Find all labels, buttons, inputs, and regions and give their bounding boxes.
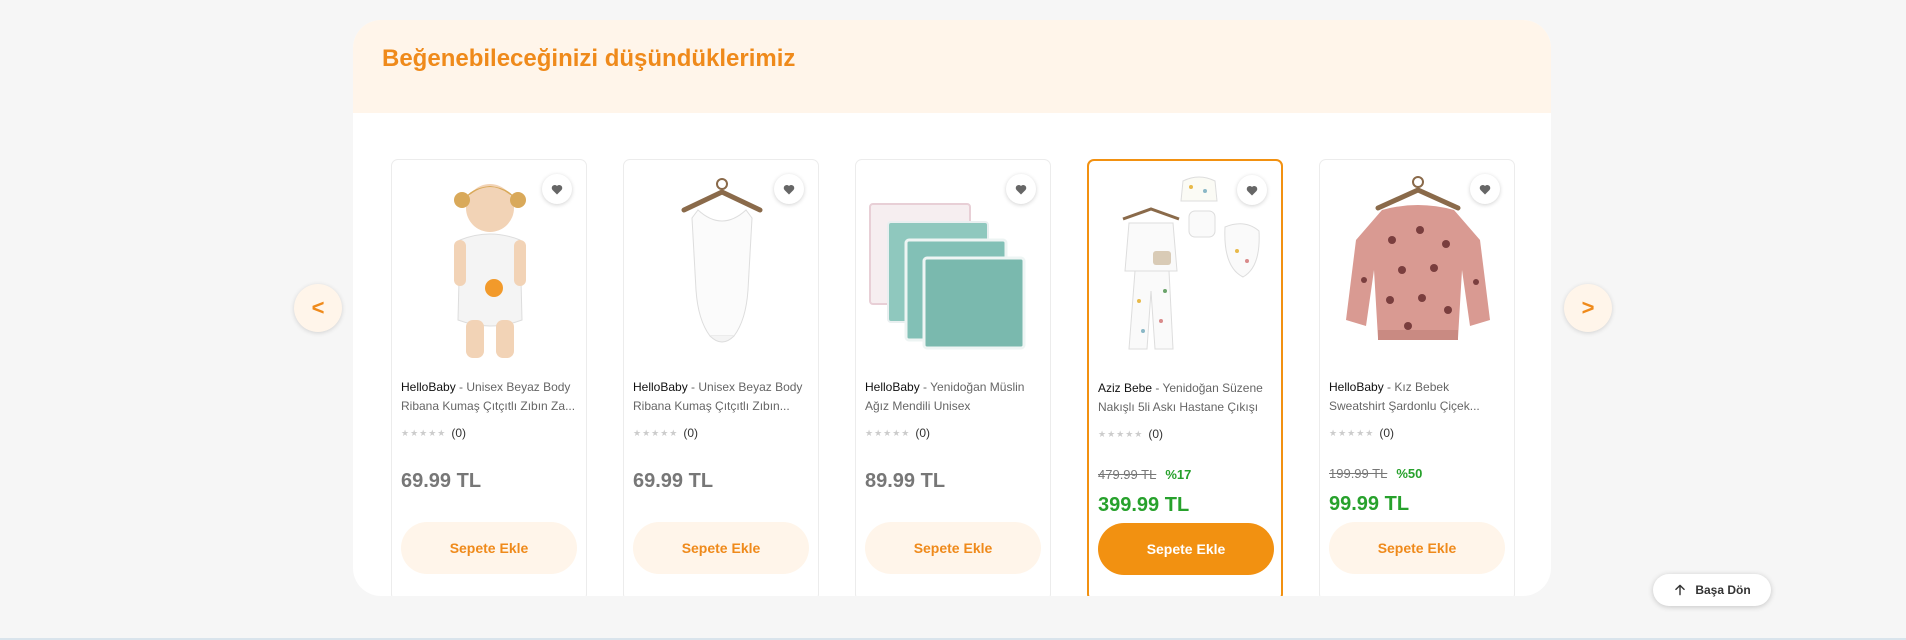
original-price: 199.99 TL [1329, 466, 1388, 481]
product-rating: ★★★★★ (0) [633, 426, 698, 440]
back-to-top-button[interactable]: Başa Dön [1653, 574, 1771, 606]
arrow-up-icon [1675, 584, 1686, 596]
add-to-cart-button[interactable]: Sepete Ekle [865, 522, 1041, 574]
product-card-selected[interactable]: Aziz Bebe - Yenidoğan Süzene Nakışlı 5li… [1087, 159, 1283, 596]
heart-icon [1246, 185, 1258, 195]
product-price: 69.99 TL [401, 470, 482, 492]
product-title[interactable]: HelloBaby - Yenidoğan Müslin Ağız Mendil… [865, 378, 1041, 416]
section-header: Beğenebileceğinizi düşündüklerimiz [353, 20, 1551, 113]
product-title[interactable]: HelloBaby - Unisex Beyaz Body Ribana Kum… [401, 378, 577, 416]
favorite-button[interactable] [1470, 174, 1500, 204]
favorite-button[interactable] [1237, 175, 1267, 205]
product-title[interactable]: HelloBaby - Kız Bebek Sweatshirt Şardonl… [1329, 378, 1505, 416]
product-price: 69.99 TL [633, 470, 714, 492]
product-card[interactable]: HelloBaby - Unisex Beyaz Body Ribana Kum… [623, 159, 819, 596]
price-original-row: 199.99 TL %50 [1329, 466, 1422, 481]
back-to-top-label: Başa Dön [1695, 583, 1751, 597]
product-price: 89.99 TL [865, 470, 946, 492]
product-brand: HelloBaby [401, 380, 456, 394]
heart-icon [551, 184, 563, 194]
add-to-cart-button[interactable]: Sepete Ekle [633, 522, 809, 574]
heart-icon [783, 184, 795, 194]
product-rating: ★★★★★ (0) [1329, 426, 1394, 440]
product-brand: HelloBaby [633, 380, 688, 394]
rating-stars-icon: ★★★★★ [1098, 428, 1144, 439]
product-carousel-track: HelloBaby - Unisex Beyaz Body Ribana Kum… [357, 113, 1547, 596]
section-title: Beğenebileceğinizi düşündüklerimiz [382, 45, 796, 72]
product-brand: Aziz Bebe [1098, 381, 1153, 395]
rating-stars-icon: ★★★★★ [633, 427, 679, 438]
product-rating: ★★★★★ (0) [865, 426, 930, 440]
title-separator: - [1152, 381, 1163, 395]
title-separator: - [919, 380, 931, 394]
heart-icon [1015, 184, 1027, 194]
product-card[interactable]: HelloBaby - Kız Bebek Sweatshirt Şardonl… [1319, 159, 1515, 596]
add-to-cart-button[interactable]: Sepete Ekle [1329, 522, 1505, 574]
rating-stars-icon: ★★★★★ [1329, 427, 1375, 438]
favorite-button[interactable] [542, 174, 572, 204]
heart-icon [1479, 184, 1491, 194]
product-card[interactable]: HelloBaby - Yenidoğan Müslin Ağız Mendil… [855, 159, 1051, 596]
discount-badge: %50 [1396, 466, 1423, 481]
product-rating: ★★★★★ (0) [1098, 427, 1163, 441]
carousel-prev-button[interactable]: < [294, 284, 342, 332]
recommendations-section: Beğenebileceğinizi düşündüklerimiz Hello… [353, 20, 1551, 596]
original-price: 479.99 TL [1098, 467, 1157, 482]
rating-count: (0) [1148, 427, 1164, 441]
add-to-cart-button[interactable]: Sepete Ekle [401, 522, 577, 574]
title-separator: - [455, 380, 467, 394]
rating-count: (0) [451, 426, 467, 440]
product-price: 399.99 TL [1098, 494, 1190, 516]
rating-stars-icon: ★★★★★ [401, 427, 447, 438]
rating-count: (0) [683, 426, 699, 440]
product-brand: HelloBaby [865, 380, 920, 394]
rating-count: (0) [915, 426, 931, 440]
price-original-row: 479.99 TL %17 [1098, 467, 1191, 482]
carousel-next-button[interactable]: > [1564, 284, 1612, 332]
product-card[interactable]: HelloBaby - Unisex Beyaz Body Ribana Kum… [391, 159, 587, 596]
product-title[interactable]: Aziz Bebe - Yenidoğan Süzene Nakışlı 5li… [1098, 379, 1274, 417]
product-rating: ★★★★★ (0) [401, 426, 466, 440]
add-to-cart-button[interactable]: Sepete Ekle [1098, 523, 1274, 575]
title-separator: - [687, 380, 699, 394]
favorite-button[interactable] [774, 174, 804, 204]
title-separator: - [1383, 380, 1395, 394]
rating-stars-icon: ★★★★★ [865, 427, 911, 438]
product-price: 99.99 TL [1329, 493, 1410, 515]
favorite-button[interactable] [1006, 174, 1036, 204]
product-title[interactable]: HelloBaby - Unisex Beyaz Body Ribana Kum… [633, 378, 809, 416]
rating-count: (0) [1379, 426, 1395, 440]
discount-badge: %17 [1165, 467, 1192, 482]
product-brand: HelloBaby [1329, 380, 1384, 394]
